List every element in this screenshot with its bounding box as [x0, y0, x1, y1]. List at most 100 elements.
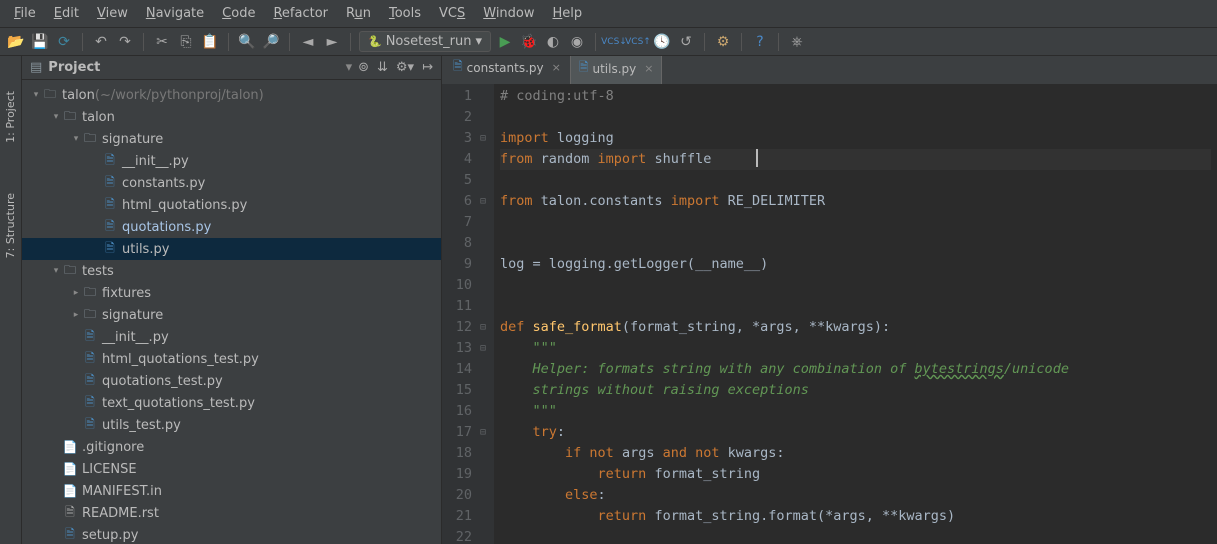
undo-icon[interactable]: ↶	[91, 32, 111, 52]
tree-item-tests-pkg[interactable]: ▾🗀tests	[22, 260, 441, 282]
tree-item-quotations-py[interactable]: 🗎quotations.py	[22, 216, 441, 238]
editor-tab-utils-py[interactable]: 🗎utils.py×	[570, 56, 663, 84]
back-icon[interactable]: ◄	[298, 32, 318, 52]
code-line[interactable]: log = logging.getLogger(__name__)	[500, 254, 1211, 275]
menu-navigate[interactable]: Navigate	[138, 3, 212, 24]
tree-item-tests-init-py[interactable]: 🗎__init__.py	[22, 326, 441, 348]
code-line[interactable]: def safe_format(format_string, *args, **…	[500, 317, 1211, 338]
menu-code[interactable]: Code	[214, 3, 263, 24]
code-line[interactable]: else:	[500, 485, 1211, 506]
code-line[interactable]: Helper: formats string with any combinat…	[500, 359, 1211, 380]
tree-arrow-icon[interactable]: ▾	[30, 90, 42, 100]
run-icon[interactable]: ▶	[495, 32, 515, 52]
code-line[interactable]	[500, 233, 1211, 254]
cut-icon[interactable]: ✂	[152, 32, 172, 52]
fold-marker[interactable]: ⊟	[480, 317, 494, 338]
gear-icon[interactable]: ⚙▾	[396, 60, 414, 75]
structure-tool-tab[interactable]: 7: Structure	[2, 188, 19, 263]
paste-icon[interactable]: 📋	[200, 32, 220, 52]
tree-item-utils-py[interactable]: 🗎utils.py	[22, 238, 441, 260]
tree-arrow-icon[interactable]: ▸	[70, 288, 82, 298]
code-line[interactable]	[500, 170, 1211, 191]
sync-icon[interactable]: ⟳	[54, 32, 74, 52]
close-tab-icon[interactable]: ×	[552, 61, 561, 74]
collapse-all-icon[interactable]: ⇊	[377, 60, 388, 75]
menu-run[interactable]: Run	[338, 3, 379, 24]
code-line[interactable]: import logging	[500, 128, 1211, 149]
tree-item-signature-tests-folder[interactable]: ▸🗀signature	[22, 304, 441, 326]
tree-item-html-quotations-py[interactable]: 🗎html_quotations.py	[22, 194, 441, 216]
tree-item-talon[interactable]: ▾🗀talon (~/work/pythonproj/talon)	[22, 84, 441, 106]
vcs-update-icon[interactable]: VCS↓	[604, 32, 624, 52]
run-config-selector[interactable]: 🐍 Nosetest_run ▾	[359, 31, 491, 52]
tree-item-html-quotations-test-py[interactable]: 🗎html_quotations_test.py	[22, 348, 441, 370]
fold-marker[interactable]: ⊟	[480, 191, 494, 212]
code-line[interactable]	[500, 527, 1211, 544]
tree-arrow-icon[interactable]: ▾	[50, 266, 62, 276]
code-line[interactable]: # coding:utf-8	[500, 86, 1211, 107]
profile-icon[interactable]: ◉	[567, 32, 587, 52]
menu-window[interactable]: Window	[475, 3, 542, 24]
debug-icon[interactable]: 🐞	[519, 32, 539, 52]
tree-item-readme-rst[interactable]: 🗎README.rst	[22, 502, 441, 524]
code-line[interactable]	[500, 212, 1211, 233]
tree-arrow-icon[interactable]: ▾	[50, 112, 62, 122]
locate-icon[interactable]: ⊚	[358, 60, 369, 75]
code-line[interactable]	[500, 107, 1211, 128]
help-icon[interactable]: ?	[750, 32, 770, 52]
tree-item-manifest-in[interactable]: 📄MANIFEST.in	[22, 480, 441, 502]
menu-vcs[interactable]: VCS	[431, 3, 473, 24]
replace-icon[interactable]: 🔎	[261, 32, 281, 52]
vcs-history-icon[interactable]: 🕓	[652, 32, 672, 52]
fold-marker[interactable]: ⊟	[480, 128, 494, 149]
code-line[interactable]: """	[500, 338, 1211, 359]
menu-refactor[interactable]: Refactor	[265, 3, 336, 24]
tree-item-quotations-test-py[interactable]: 🗎quotations_test.py	[22, 370, 441, 392]
vcs-revert-icon[interactable]: ↺	[676, 32, 696, 52]
find-icon[interactable]: 🔍	[237, 32, 257, 52]
tree-item-init-py[interactable]: 🗎__init__.py	[22, 150, 441, 172]
fold-marker[interactable]: ⊟	[480, 338, 494, 359]
tree-arrow-icon[interactable]: ▾	[70, 134, 82, 144]
hide-panel-icon[interactable]: ↦	[422, 60, 433, 75]
coverage-icon[interactable]: ◐	[543, 32, 563, 52]
code-line[interactable]: if not args and not kwargs:	[500, 443, 1211, 464]
tree-item-signature-pkg[interactable]: ▾🗀signature	[22, 128, 441, 150]
menu-help[interactable]: Help	[545, 3, 591, 24]
code-line[interactable]: strings without raising exceptions	[500, 380, 1211, 401]
tree-arrow-icon[interactable]: ▸	[70, 310, 82, 320]
extra-icon[interactable]: ⎈	[787, 32, 807, 52]
project-tree[interactable]: ▾🗀talon (~/work/pythonproj/talon)▾🗀talon…	[22, 80, 441, 544]
code-line[interactable]: from talon.constants import RE_DELIMITER	[500, 191, 1211, 212]
close-tab-icon[interactable]: ×	[644, 62, 653, 75]
copy-icon[interactable]: ⎘	[176, 32, 196, 52]
save-icon[interactable]: 💾	[30, 32, 50, 52]
code-line[interactable]: return format_string.format(*args, **kwa…	[500, 506, 1211, 527]
menu-file[interactable]: File	[6, 3, 44, 24]
menu-tools[interactable]: Tools	[381, 3, 429, 24]
redo-icon[interactable]: ↷	[115, 32, 135, 52]
project-view-dropdown-icon[interactable]: ▾	[346, 60, 353, 75]
code-area[interactable]: # coding:utf-8 import loggingfrom random …	[494, 84, 1217, 544]
forward-icon[interactable]: ►	[322, 32, 342, 52]
tree-item-fixtures-folder[interactable]: ▸🗀fixtures	[22, 282, 441, 304]
tree-item-utils-test-py[interactable]: 🗎utils_test.py	[22, 414, 441, 436]
fold-marker[interactable]: ⊟	[480, 422, 494, 443]
menu-edit[interactable]: Edit	[46, 3, 87, 24]
tree-item-license[interactable]: 📄LICENSE	[22, 458, 441, 480]
editor-tab-constants-py[interactable]: 🗎constants.py×	[444, 56, 570, 84]
tree-item-constants-py[interactable]: 🗎constants.py	[22, 172, 441, 194]
tree-item-text-quotations-test-py[interactable]: 🗎text_quotations_test.py	[22, 392, 441, 414]
code-line[interactable]: return format_string	[500, 464, 1211, 485]
tree-item-setup-py[interactable]: 🗎setup.py	[22, 524, 441, 544]
code-line[interactable]: try:	[500, 422, 1211, 443]
vcs-commit-icon[interactable]: VCS↑	[628, 32, 648, 52]
tree-item-talon-pkg[interactable]: ▾🗀talon	[22, 106, 441, 128]
menu-view[interactable]: View	[89, 3, 136, 24]
code-line[interactable]: from random import shuffle	[500, 149, 1211, 170]
settings-icon[interactable]: ⚙	[713, 32, 733, 52]
code-line[interactable]	[500, 296, 1211, 317]
code-line[interactable]: """	[500, 401, 1211, 422]
open-icon[interactable]: 📂	[6, 32, 26, 52]
project-tool-tab[interactable]: 1: Project	[2, 86, 19, 148]
